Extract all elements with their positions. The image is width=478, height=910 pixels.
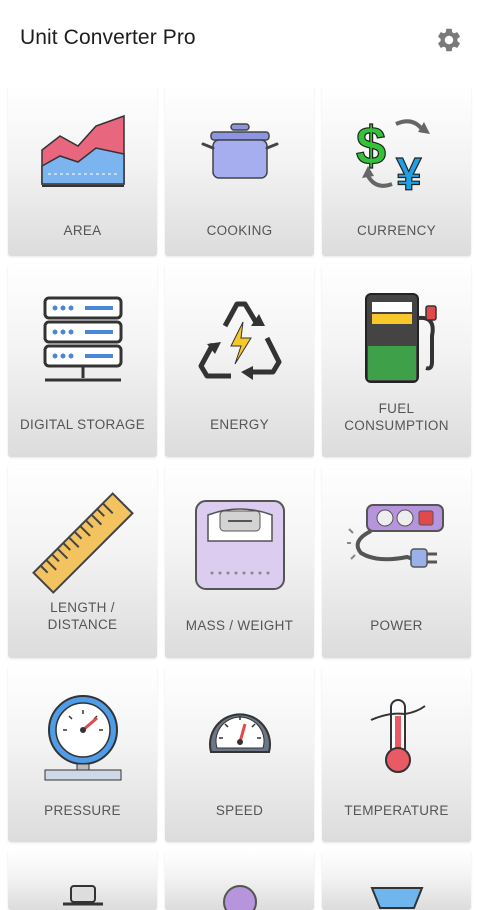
gear-shape-icon bbox=[222, 885, 257, 910]
ruler-icon bbox=[31, 492, 134, 594]
cooking-pot-icon bbox=[201, 123, 278, 179]
category-tile-partial[interactable] bbox=[8, 850, 157, 910]
energy-recycle-icon bbox=[198, 301, 281, 380]
currency-exchange-icon: $ ¥ bbox=[355, 115, 430, 194]
area-chart-icon bbox=[40, 114, 125, 187]
partial-icon bbox=[62, 885, 103, 906]
server-storage-icon bbox=[43, 296, 122, 382]
category-tile-partial[interactable] bbox=[165, 850, 314, 910]
category-label: PRESSURE bbox=[44, 803, 121, 818]
category-tile-length-distance[interactable]: LENGTH / DISTANCE bbox=[8, 465, 157, 658]
category-tile-digital-storage[interactable]: DIGITAL STORAGE bbox=[8, 264, 157, 457]
category-label: MASS / WEIGHT bbox=[185, 618, 294, 633]
category-tile-energy[interactable]: ENERGY bbox=[165, 264, 314, 457]
category-tile-fuel-consumption[interactable]: FUEL CONSUMPTION bbox=[322, 264, 471, 457]
category-tile-temperature[interactable]: TEMPERATURE bbox=[322, 666, 471, 842]
app-bar: Unit Converter Pro bbox=[0, 0, 478, 78]
category-grid: AREA COOKING $ ¥ CURRENCY DIGITAL STORAG… bbox=[0, 78, 478, 910]
category-label: AREA bbox=[63, 223, 102, 238]
category-label: SPEED bbox=[215, 803, 264, 818]
pressure-gauge-icon bbox=[44, 695, 121, 781]
category-tile-speed[interactable]: SPEED bbox=[165, 666, 314, 842]
category-label: COOKING bbox=[206, 223, 273, 238]
gear-icon[interactable] bbox=[435, 26, 463, 54]
category-tile-mass-weight[interactable]: MASS / WEIGHT bbox=[165, 465, 314, 658]
category-tile-cooking[interactable]: COOKING bbox=[165, 86, 314, 256]
weighing-scale-icon bbox=[194, 500, 285, 590]
svg-text:$: $ bbox=[356, 116, 386, 176]
category-label: DIGITAL STORAGE bbox=[19, 417, 146, 432]
category-tile-area[interactable]: AREA bbox=[8, 86, 157, 256]
category-label: POWER bbox=[370, 618, 423, 633]
category-label: ENERGY bbox=[210, 417, 269, 432]
category-label: CURRENCY bbox=[357, 223, 436, 238]
partial-icon bbox=[370, 887, 423, 909]
power-strip-icon bbox=[346, 504, 444, 568]
speedometer-icon bbox=[208, 713, 271, 753]
svg-text:¥: ¥ bbox=[396, 148, 422, 194]
category-tile-pressure[interactable]: PRESSURE bbox=[8, 666, 157, 842]
category-tile-currency[interactable]: $ ¥ CURRENCY bbox=[322, 86, 471, 256]
app-title: Unit Converter Pro bbox=[20, 26, 196, 49]
category-tile-partial[interactable] bbox=[322, 850, 471, 910]
category-label: LENGTH / DISTANCE bbox=[47, 600, 118, 632]
category-label: TEMPERATURE bbox=[344, 803, 449, 818]
category-label: FUEL CONSUMPTION bbox=[344, 401, 449, 433]
fuel-pump-icon bbox=[364, 293, 437, 383]
thermometer-icon bbox=[370, 699, 426, 773]
category-tile-power[interactable]: POWER bbox=[322, 465, 471, 658]
